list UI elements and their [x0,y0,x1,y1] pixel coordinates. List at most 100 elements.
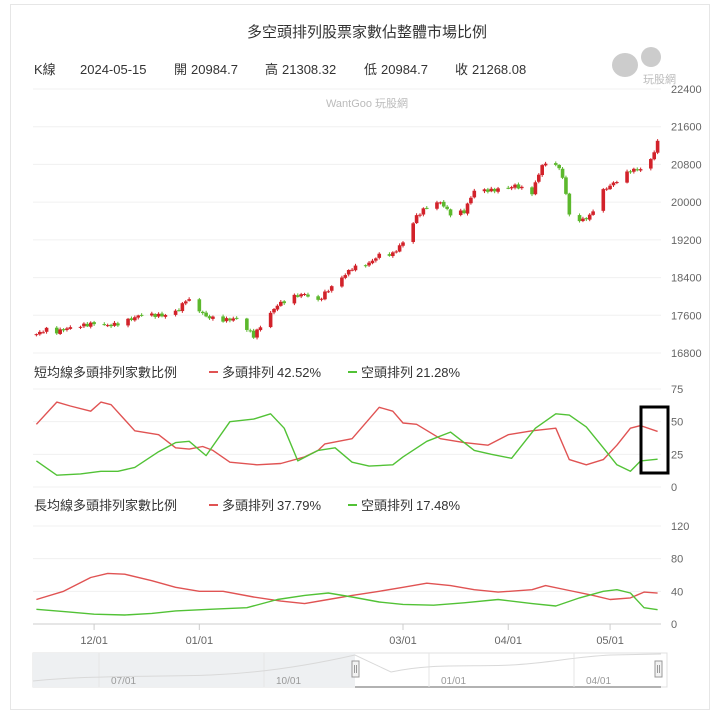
candle-body [438,202,443,204]
candle-body [397,245,402,252]
candle-body [126,318,130,326]
candle-body [353,265,358,271]
navigator-label: 01/01 [441,676,466,687]
candle-body [319,298,324,300]
y-tick-label: 16800 [671,348,702,360]
ohlc-header: K線 2024-05-15 開 20984.7 高 21308.32 低 209… [34,62,526,77]
long-bear-legend-value: 17.48% [416,498,461,513]
candle-body [200,311,205,314]
candle-body [258,327,263,331]
candle-body [540,165,544,176]
wantgoo-logo: 玩股網 [612,47,676,86]
candle-body [61,329,66,331]
candle-body [180,303,185,312]
candle-body [652,152,657,160]
short-ma-legend: 短均線多頭排列家數比例 多頭排列 42.52% 空頭排列 21.28% [34,365,461,380]
candle-body [387,254,392,256]
candle-body [530,187,534,195]
candle-body [204,312,208,317]
candle-body [492,188,497,192]
candle-body [350,269,354,271]
y-tick-label: 80 [671,554,683,566]
candle-body [649,159,653,169]
short-bear-legend-value: 21.28% [416,365,461,380]
candle-body [632,168,636,172]
candle-body [567,193,572,215]
candle-body [638,169,643,171]
candle-body [435,202,439,209]
candle-body [34,334,39,336]
candle-body [224,318,229,322]
candle-body [268,312,273,328]
candle-body [272,309,276,313]
candle-body [655,140,660,153]
long-ma-title: 長均線多頭排列家數比例 [34,498,177,513]
candle-body [231,318,236,321]
x-tick-label: 01/01 [186,635,214,647]
candle-body [615,182,619,184]
chart-panel: 多空頭排列股票家數佔整體市場比例 玩股網 K線 2024-05-15 開 209… [10,4,710,710]
candle-body [513,184,517,188]
candle-body [275,305,280,310]
ohlc-date: 2024-05-15 [80,62,147,77]
candle-body [228,318,232,321]
candle-body [102,324,107,326]
candle-body [234,317,239,319]
candle-body [489,188,494,192]
short-bull-line [35,401,658,466]
candle-body [370,260,375,264]
candle-body [411,223,415,242]
long-bear-legend-name: 空頭排列 [361,498,413,513]
candle-body [282,301,286,304]
candle-body [445,206,449,209]
range-navigator[interactable]: 07/01 10/01 01/01 04/01 [32,652,668,688]
candle-body [221,316,225,322]
navigator-right-handle[interactable] [654,660,663,678]
candle-body [601,189,606,211]
navigator-label: 07/01 [111,676,136,687]
candle-body [608,185,612,190]
candle-body [329,286,334,291]
short-bear-line [35,413,658,476]
y-tick-label: 19200 [671,235,702,247]
candle-body [112,322,117,326]
candle-body [587,214,592,220]
chart-title: 多空頭排列股票家數佔整體市場比例 [247,24,487,41]
candle-body [363,265,368,267]
candle-body [54,327,59,334]
candle-body [553,163,558,165]
candle-body [469,197,473,204]
short-bear-legend-name: 空頭排列 [361,365,413,380]
candle-body [183,301,188,304]
candle-body [150,313,154,316]
y-tick-label: 17600 [671,310,702,322]
candle-body [520,186,524,189]
highlight-box [639,405,670,475]
candle-body [207,316,212,319]
candle-body [343,275,348,278]
ohlc-high-label: 高 [265,62,278,77]
long-ma-legend: 長均線多頭排列家數比例 多頭排列 37.79% 空頭排列 17.48% [34,498,461,513]
candle-body [604,188,609,190]
candle-body [160,313,164,317]
candle-body [153,314,158,317]
candle-body [564,177,568,194]
long-bull-line [36,572,658,605]
candle-body [560,168,565,178]
ohlc-open-value: 20984.7 [191,62,238,77]
candle-body [85,323,90,327]
ohlc-close-value: 21268.08 [472,62,526,77]
x-tick-label: 04/01 [494,635,522,647]
candle-body [421,208,426,215]
ohlc-close-label: 收 [455,62,468,77]
y-tick-label: 25 [671,449,683,461]
y-tick-label: 20800 [671,159,702,171]
navigator-left-handle[interactable] [351,660,360,678]
y-tick-label: 0 [671,619,677,631]
candle-body [41,332,45,334]
candle-body [635,169,640,171]
ohlc-low-label: 低 [364,62,377,77]
candle-body [516,184,521,189]
candle-body [458,210,463,215]
candle-body [302,294,307,296]
